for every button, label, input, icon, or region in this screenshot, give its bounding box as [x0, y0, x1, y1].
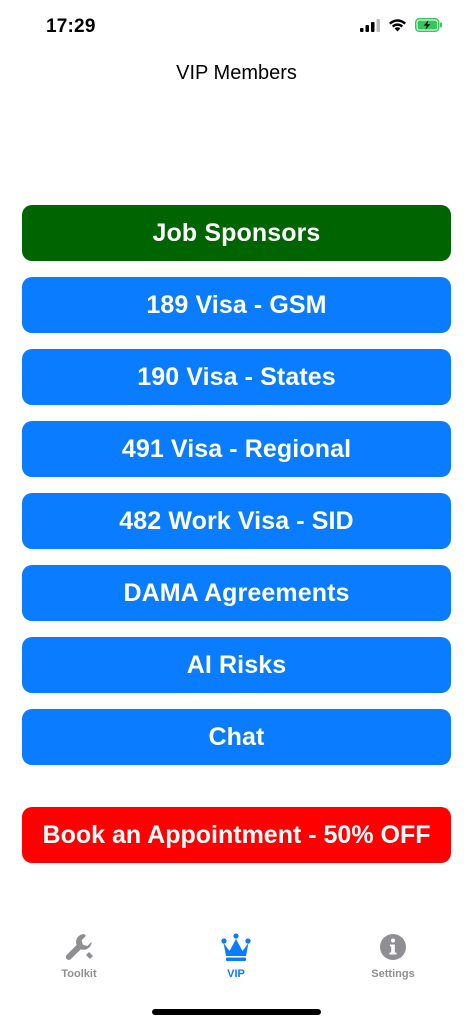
tab-settings-label: Settings — [371, 968, 415, 980]
cellular-signal-icon — [360, 19, 380, 32]
vip-menu: Job Sponsors 189 Visa - GSM 190 Visa - S… — [22, 205, 451, 781]
tab-vip-label: VIP — [227, 968, 245, 980]
wrench-icon — [65, 934, 93, 960]
visa-491-regional-button[interactable]: 491 Visa - Regional — [22, 421, 451, 477]
home-indicator — [152, 1009, 321, 1015]
wifi-icon — [389, 19, 406, 32]
tab-toolkit[interactable]: Toolkit — [19, 930, 139, 980]
tab-vip[interactable]: VIP — [176, 930, 296, 980]
status-bar: 17:29 — [0, 0, 473, 54]
tab-bar: Toolkit VIP Settings — [0, 930, 473, 1000]
tab-settings[interactable]: Settings — [333, 930, 453, 980]
job-sponsors-button[interactable]: Job Sponsors — [22, 205, 451, 261]
book-appointment-button[interactable]: Book an Appointment - 50% OFF — [22, 807, 451, 863]
visa-189-gsm-button[interactable]: 189 Visa - GSM — [22, 277, 451, 333]
chat-button[interactable]: Chat — [22, 709, 451, 765]
crown-icon — [221, 933, 251, 961]
visa-190-states-button[interactable]: 190 Visa - States — [22, 349, 451, 405]
ai-risks-button[interactable]: AI Risks — [22, 637, 451, 693]
work-visa-482-sid-button[interactable]: 482 Work Visa - SID — [22, 493, 451, 549]
info-icon — [380, 934, 406, 960]
battery-charging-icon — [415, 18, 442, 32]
tab-toolkit-label: Toolkit — [61, 968, 97, 980]
status-time: 17:29 — [46, 16, 96, 37]
status-icons — [360, 18, 443, 32]
dama-agreements-button[interactable]: DAMA Agreements — [22, 565, 451, 621]
page-title: VIP Members — [176, 62, 297, 84]
